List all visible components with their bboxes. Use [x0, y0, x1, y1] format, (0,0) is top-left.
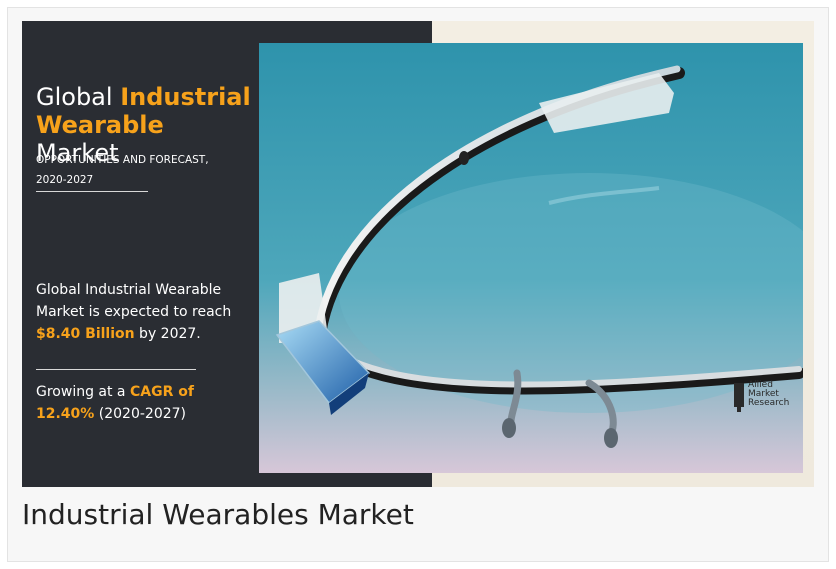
divider-bottom: [36, 369, 196, 370]
title-accent-2: Wearable: [36, 111, 164, 139]
smart-glasses-photo: [259, 43, 803, 473]
cagr-value: 12.40%: [36, 406, 95, 422]
stat-suffix: by 2027.: [134, 326, 201, 342]
image-caption: Industrial Wearables Market: [22, 498, 414, 531]
image-card: Global Industrial Wearable Market OPPORT…: [7, 7, 829, 562]
title-accent-1: Industrial: [120, 83, 251, 111]
stat-line-1: Global Industrial Wearable: [36, 282, 222, 298]
market-report-banner[interactable]: Global Industrial Wearable Market OPPORT…: [22, 21, 814, 487]
amr-logo-icon: [734, 383, 744, 412]
market-size-statement: Global Industrial Wearable Market is exp…: [36, 279, 256, 345]
logo-wordmark: Allied Market Research: [748, 381, 789, 408]
cagr-statement: Growing at a CAGR of 12.40% (2020-2027): [36, 381, 236, 425]
logo-line-3: Research: [748, 398, 790, 408]
allied-market-research-logo: Allied Market Research: [734, 381, 808, 421]
stat-value: $8.40 Billion: [36, 326, 135, 342]
stat-line-2: Market is expected to reach: [36, 304, 232, 320]
divider-top: [36, 191, 148, 192]
title-plain-1: Global: [36, 83, 121, 111]
banner-subtitle: OPPORTUNITIES AND FORECAST, 2020-2027: [36, 150, 241, 190]
subtitle-line-2: 2020-2027: [36, 174, 94, 186]
subtitle-line-1: OPPORTUNITIES AND FORECAST,: [36, 154, 209, 166]
cagr-suffix: (2020-2027): [94, 406, 186, 422]
cagr-label: CAGR of: [129, 384, 194, 400]
cagr-prefix: Growing at a: [36, 384, 130, 400]
